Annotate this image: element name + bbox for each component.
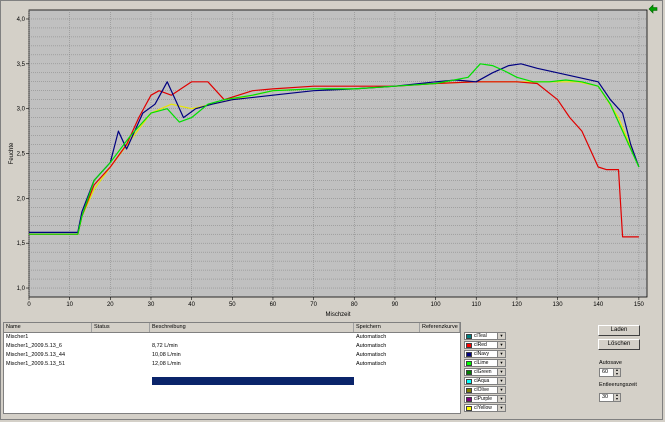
color-label: clRed (474, 342, 487, 348)
y-tick-label: 2,0 (17, 196, 26, 202)
color-swatch (466, 361, 472, 366)
cell-speichern: Automatisch (356, 334, 387, 340)
dropdown-arrow-icon[interactable]: ▼ (497, 396, 505, 402)
spin-arrows-icon[interactable]: ▲ ▼ (613, 368, 620, 376)
x-tick-label: 130 (553, 302, 564, 308)
y-tick-label: 4,0 (17, 17, 26, 23)
x-tick-label: 120 (512, 302, 523, 308)
y-tick-label: 2,5 (17, 152, 26, 158)
cell-beschreibung: 8,72 L/min (152, 343, 178, 349)
color-label: clNavy (474, 351, 490, 357)
entleerungszeit-value: 30 (602, 394, 609, 400)
y-tick-label: 1,0 (17, 286, 26, 292)
color-swatch (466, 370, 472, 375)
dropdown-arrow-icon[interactable]: ▼ (497, 333, 505, 339)
color-swatch (466, 379, 472, 384)
table-row[interactable]: Mischer1_2009.5.13_44 10,08 L/min Automa… (4, 351, 460, 360)
entleerungszeit-label: Entleerungszeit (599, 382, 637, 388)
color-select-navy[interactable]: clNavy ▼ (464, 350, 506, 358)
column-header-beschreibung[interactable]: Beschreibung (150, 323, 354, 332)
column-header-speichern[interactable]: Speichern (354, 323, 420, 332)
color-swatch (466, 334, 472, 339)
dropdown-arrow-icon[interactable]: ▼ (497, 378, 505, 384)
table-row[interactable]: Mischer1_2009.5.13_51 12,08 L/min Automa… (4, 360, 460, 369)
color-swatch (466, 343, 472, 348)
color-label: clGreen (474, 369, 492, 375)
color-select-aqua[interactable]: clAqua ▼ (464, 377, 506, 385)
dropdown-arrow-icon[interactable]: ▼ (497, 351, 505, 357)
color-label: clLime (474, 360, 489, 366)
color-label: clPurple (474, 396, 493, 402)
y-tick-label: 1,5 (17, 241, 26, 247)
cell-beschreibung (150, 333, 354, 342)
x-tick-label: 40 (188, 302, 195, 308)
y-tick-label: 3,5 (17, 62, 26, 68)
loeschen-button[interactable]: Löschen (598, 339, 640, 350)
x-tick-label: 90 (392, 302, 399, 308)
autosave-value: 60 (602, 369, 609, 375)
color-label: clTeal (474, 333, 487, 339)
color-select-yellow[interactable]: clYellow ▼ (464, 404, 506, 412)
cell-name: Mischer1_2009.5.13_44 (6, 352, 66, 358)
curve-table: Name Status Beschreibung Speichern Refer… (3, 322, 461, 414)
dropdown-arrow-icon[interactable]: ▼ (497, 369, 505, 375)
autosave-stepper[interactable]: 60 ▲ ▼ (599, 368, 621, 377)
laden-button[interactable]: Laden (598, 325, 640, 336)
x-tick-label: 150 (634, 302, 645, 308)
color-label: clAqua (474, 378, 490, 384)
green-arrow-icon[interactable] (648, 4, 658, 14)
cell-name: Mischer1_2009.5.13_6 (6, 343, 62, 349)
cell-beschreibung: 12,08 L/min (152, 361, 181, 367)
color-select-teal[interactable]: clTeal ▼ (464, 332, 506, 340)
table-row[interactable]: Mischer1_2009.5.13_6 8,72 L/min Automati… (4, 342, 460, 351)
color-swatch (466, 388, 472, 393)
color-select-purple[interactable]: clPurple ▼ (464, 395, 506, 403)
dropdown-arrow-icon[interactable]: ▼ (497, 342, 505, 348)
cell-beschreibung: 10,08 L/min (152, 352, 181, 358)
x-tick-label: 50 (229, 302, 236, 308)
entleerungszeit-stepper[interactable]: 30 ▲ ▼ (599, 393, 621, 402)
x-tick-label: 0 (27, 302, 31, 308)
x-tick-label: 10 (66, 302, 73, 308)
x-tick-label: 100 (431, 302, 442, 308)
cell-name: Mischer1 (6, 334, 29, 340)
cell-name: Mischer1_2009.5.13_51 (6, 361, 66, 367)
column-header-name[interactable]: Name (4, 323, 92, 332)
color-select-red[interactable]: clRed ▼ (464, 341, 506, 349)
dropdown-arrow-icon[interactable]: ▼ (497, 387, 505, 393)
color-select-olive[interactable]: clOlive ▼ (464, 386, 506, 394)
color-swatch (466, 352, 472, 357)
x-tick-label: 140 (593, 302, 604, 308)
x-axis-label: Mischzeit (325, 312, 350, 318)
x-tick-label: 30 (148, 302, 155, 308)
color-label: clOlive (474, 387, 490, 393)
x-tick-label: 80 (351, 302, 358, 308)
y-tick-label: 3,0 (17, 107, 26, 113)
y-axis-label: Feuchte (9, 142, 15, 164)
spin-arrows-icon[interactable]: ▲ ▼ (613, 393, 620, 401)
x-tick-label: 70 (310, 302, 317, 308)
color-swatch (466, 397, 472, 402)
column-header-status[interactable]: Status (92, 323, 150, 332)
color-select-green[interactable]: clGreen ▼ (464, 368, 506, 376)
color-label: clYellow (474, 405, 492, 411)
moisture-chart: 0 10 20 30 40 50 60 70 80 90 100 110 120 130 140 150 1,0… (9, 9, 648, 318)
cell-speichern: Automatisch (356, 361, 387, 367)
x-tick-label: 60 (270, 302, 277, 308)
dropdown-arrow-icon[interactable]: ▼ (497, 360, 505, 366)
table-header: Name Status Beschreibung Speichern Refer… (4, 323, 460, 333)
selection-highlight-bar[interactable] (152, 377, 354, 385)
x-tick-label: 110 (471, 302, 481, 308)
x-tick-label: 20 (107, 302, 114, 308)
color-select-lime[interactable]: clLime ▼ (464, 359, 506, 367)
cell-speichern: Automatisch (356, 352, 387, 358)
color-swatch (466, 406, 472, 411)
autosave-label: Autosave (599, 360, 622, 366)
cell-speichern: Automatisch (356, 343, 387, 349)
main-window: 0 10 20 30 40 50 60 70 80 90 100 110 120 130 140 150 1,0… (0, 0, 663, 420)
column-header-referenzkurve[interactable]: Referenzkurve (420, 323, 460, 332)
dropdown-arrow-icon[interactable]: ▼ (497, 405, 505, 411)
table-row[interactable]: Mischer1 Automatisch (4, 333, 460, 342)
